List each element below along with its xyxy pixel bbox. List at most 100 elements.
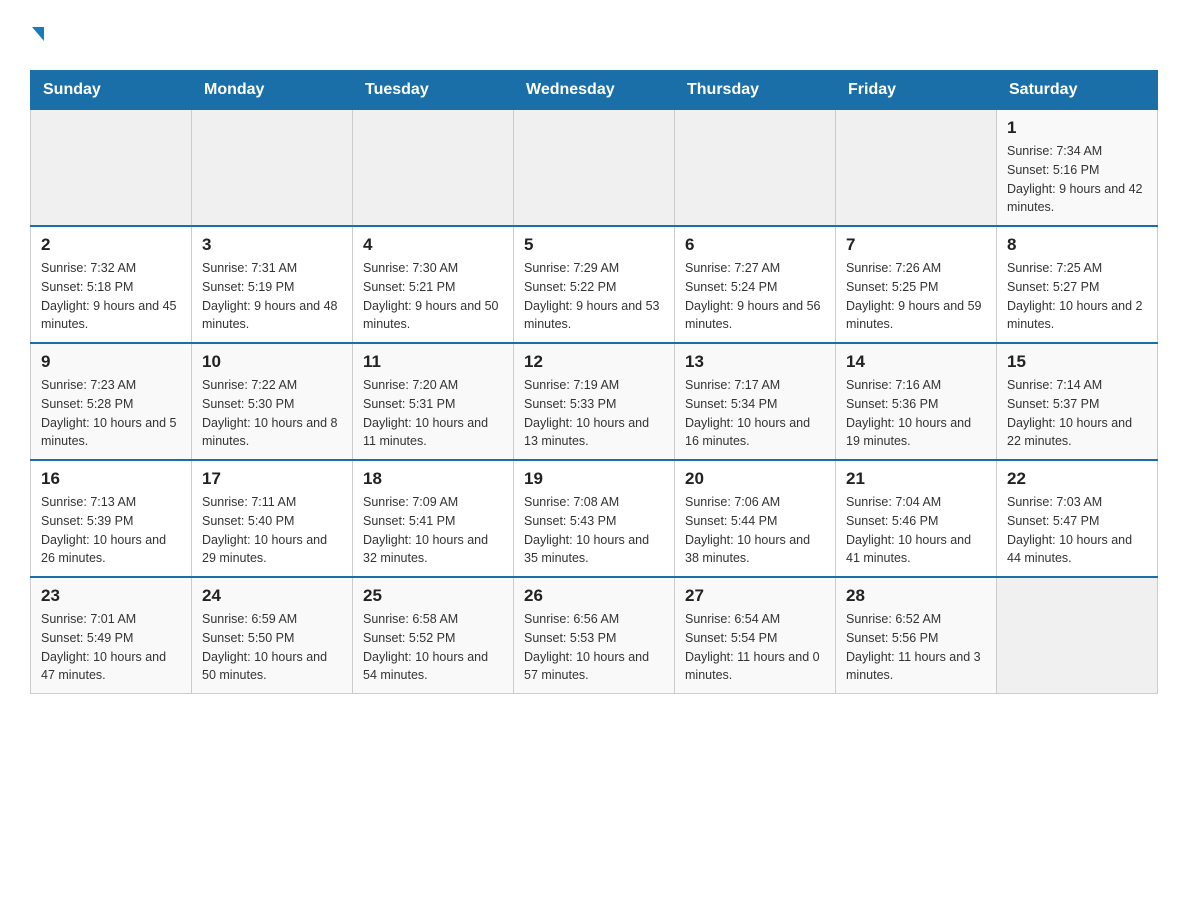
- calendar-cell: 20 Sunrise: 7:06 AM Sunset: 5:44 PM Dayli…: [675, 460, 836, 577]
- day-number: 15: [1007, 352, 1147, 372]
- calendar-cell: 26Sunrise: 6:56 AM Sunset: 5:53 PM Dayli…: [514, 577, 675, 694]
- day-number: 1: [1007, 118, 1147, 138]
- day-number: 9: [41, 352, 181, 372]
- day-info: Sunrise: 7:34 AM Sunset: 5:16 PM Dayligh…: [1007, 142, 1147, 217]
- day-number: 18: [363, 469, 503, 489]
- calendar-week-2: 2 Sunrise: 7:32 AM Sunset: 5:18 PM Daylig…: [31, 226, 1158, 343]
- day-info: Sunrise: 7:03 AM Sunset: 5:47 PM Dayligh…: [1007, 493, 1147, 568]
- calendar-cell: 18 Sunrise: 7:09 AM Sunset: 5:41 PM Dayli…: [353, 460, 514, 577]
- calendar-cell: 27 Sunrise: 6:54 AM Sunset: 5:54 PM Dayli…: [675, 577, 836, 694]
- calendar-week-5: 23Sunrise: 7:01 AM Sunset: 5:49 PM Dayli…: [31, 577, 1158, 694]
- day-info: Sunrise: 7:29 AM Sunset: 5:22 PM Dayligh…: [524, 259, 664, 334]
- calendar-cell: 22 Sunrise: 7:03 AM Sunset: 5:47 PM Dayli…: [997, 460, 1158, 577]
- column-header-thursday: Thursday: [675, 71, 836, 110]
- calendar-cell: 17 Sunrise: 7:11 AM Sunset: 5:40 PM Dayli…: [192, 460, 353, 577]
- calendar-cell: [31, 110, 192, 227]
- day-info: Sunrise: 7:06 AM Sunset: 5:44 PM Dayligh…: [685, 493, 825, 568]
- calendar-cell: 7 Sunrise: 7:26 AM Sunset: 5:25 PM Daylig…: [836, 226, 997, 343]
- calendar-header-row: SundayMondayTuesdayWednesdayThursdayFrid…: [31, 71, 1158, 110]
- day-info: Sunrise: 7:23 AM Sunset: 5:28 PM Dayligh…: [41, 376, 181, 451]
- day-info: Sunrise: 7:17 AM Sunset: 5:34 PM Dayligh…: [685, 376, 825, 451]
- calendar-cell: 1 Sunrise: 7:34 AM Sunset: 5:16 PM Daylig…: [997, 110, 1158, 227]
- logo-arrow-icon: [32, 27, 44, 41]
- day-info: Sunrise: 7:09 AM Sunset: 5:41 PM Dayligh…: [363, 493, 503, 568]
- calendar-table: SundayMondayTuesdayWednesdayThursdayFrid…: [30, 70, 1158, 694]
- day-number: 10: [202, 352, 342, 372]
- day-info: Sunrise: 7:22 AM Sunset: 5:30 PM Dayligh…: [202, 376, 342, 451]
- column-header-sunday: Sunday: [31, 71, 192, 110]
- calendar-cell: 15 Sunrise: 7:14 AM Sunset: 5:37 PM Dayli…: [997, 343, 1158, 460]
- day-info: Sunrise: 7:14 AM Sunset: 5:37 PM Dayligh…: [1007, 376, 1147, 451]
- day-info: Sunrise: 6:58 AM Sunset: 5:52 PM Dayligh…: [363, 610, 503, 685]
- day-info: Sunrise: 6:52 AM Sunset: 5:56 PM Dayligh…: [846, 610, 986, 685]
- column-header-wednesday: Wednesday: [514, 71, 675, 110]
- calendar-cell: [997, 577, 1158, 694]
- day-info: Sunrise: 7:13 AM Sunset: 5:39 PM Dayligh…: [41, 493, 181, 568]
- day-number: 5: [524, 235, 664, 255]
- day-info: Sunrise: 7:26 AM Sunset: 5:25 PM Dayligh…: [846, 259, 986, 334]
- day-info: Sunrise: 7:27 AM Sunset: 5:24 PM Dayligh…: [685, 259, 825, 334]
- day-number: 21: [846, 469, 986, 489]
- day-number: 8: [1007, 235, 1147, 255]
- day-number: 7: [846, 235, 986, 255]
- day-number: 2: [41, 235, 181, 255]
- day-number: 25: [363, 586, 503, 606]
- calendar-cell: [514, 110, 675, 227]
- day-info: Sunrise: 7:08 AM Sunset: 5:43 PM Dayligh…: [524, 493, 664, 568]
- day-number: 19: [524, 469, 664, 489]
- day-number: 24: [202, 586, 342, 606]
- calendar-week-1: 1 Sunrise: 7:34 AM Sunset: 5:16 PM Daylig…: [31, 110, 1158, 227]
- day-number: 23: [41, 586, 181, 606]
- day-info: Sunrise: 6:54 AM Sunset: 5:54 PM Dayligh…: [685, 610, 825, 685]
- day-info: Sunrise: 7:30 AM Sunset: 5:21 PM Dayligh…: [363, 259, 503, 334]
- day-number: 6: [685, 235, 825, 255]
- calendar-cell: 8 Sunrise: 7:25 AM Sunset: 5:27 PM Daylig…: [997, 226, 1158, 343]
- day-info: Sunrise: 7:04 AM Sunset: 5:46 PM Dayligh…: [846, 493, 986, 568]
- column-header-tuesday: Tuesday: [353, 71, 514, 110]
- day-number: 22: [1007, 469, 1147, 489]
- day-info: Sunrise: 7:19 AM Sunset: 5:33 PM Dayligh…: [524, 376, 664, 451]
- calendar-week-4: 16 Sunrise: 7:13 AM Sunset: 5:39 PM Dayli…: [31, 460, 1158, 577]
- day-number: 16: [41, 469, 181, 489]
- day-number: 14: [846, 352, 986, 372]
- calendar-cell: [353, 110, 514, 227]
- page-header: [30, 20, 1158, 50]
- calendar-cell: 12 Sunrise: 7:19 AM Sunset: 5:33 PM Dayli…: [514, 343, 675, 460]
- calendar-cell: 28 Sunrise: 6:52 AM Sunset: 5:56 PM Dayli…: [836, 577, 997, 694]
- day-info: Sunrise: 6:59 AM Sunset: 5:50 PM Dayligh…: [202, 610, 342, 685]
- calendar-cell: 25 Sunrise: 6:58 AM Sunset: 5:52 PM Dayli…: [353, 577, 514, 694]
- calendar-cell: 14 Sunrise: 7:16 AM Sunset: 5:36 PM Dayli…: [836, 343, 997, 460]
- day-info: Sunrise: 7:11 AM Sunset: 5:40 PM Dayligh…: [202, 493, 342, 568]
- calendar-cell: 6 Sunrise: 7:27 AM Sunset: 5:24 PM Daylig…: [675, 226, 836, 343]
- column-header-monday: Monday: [192, 71, 353, 110]
- day-info: Sunrise: 7:32 AM Sunset: 5:18 PM Dayligh…: [41, 259, 181, 334]
- calendar-cell: 3Sunrise: 7:31 AM Sunset: 5:19 PM Daylig…: [192, 226, 353, 343]
- day-info: Sunrise: 7:20 AM Sunset: 5:31 PM Dayligh…: [363, 376, 503, 451]
- calendar-cell: 24 Sunrise: 6:59 AM Sunset: 5:50 PM Dayli…: [192, 577, 353, 694]
- day-number: 3: [202, 235, 342, 255]
- calendar-cell: 16 Sunrise: 7:13 AM Sunset: 5:39 PM Dayli…: [31, 460, 192, 577]
- calendar-cell: 9 Sunrise: 7:23 AM Sunset: 5:28 PM Daylig…: [31, 343, 192, 460]
- calendar-cell: 21 Sunrise: 7:04 AM Sunset: 5:46 PM Dayli…: [836, 460, 997, 577]
- calendar-cell: 19 Sunrise: 7:08 AM Sunset: 5:43 PM Dayli…: [514, 460, 675, 577]
- calendar-cell: 23Sunrise: 7:01 AM Sunset: 5:49 PM Dayli…: [31, 577, 192, 694]
- column-header-friday: Friday: [836, 71, 997, 110]
- calendar-cell: [675, 110, 836, 227]
- day-number: 27: [685, 586, 825, 606]
- day-number: 28: [846, 586, 986, 606]
- day-number: 26: [524, 586, 664, 606]
- calendar-cell: 11Sunrise: 7:20 AM Sunset: 5:31 PM Dayli…: [353, 343, 514, 460]
- calendar-cell: 5 Sunrise: 7:29 AM Sunset: 5:22 PM Daylig…: [514, 226, 675, 343]
- day-number: 13: [685, 352, 825, 372]
- calendar-cell: 13 Sunrise: 7:17 AM Sunset: 5:34 PM Dayli…: [675, 343, 836, 460]
- day-number: 17: [202, 469, 342, 489]
- day-number: 20: [685, 469, 825, 489]
- day-info: Sunrise: 7:16 AM Sunset: 5:36 PM Dayligh…: [846, 376, 986, 451]
- day-number: 12: [524, 352, 664, 372]
- calendar-cell: 10 Sunrise: 7:22 AM Sunset: 5:30 PM Dayli…: [192, 343, 353, 460]
- calendar-cell: [192, 110, 353, 227]
- calendar-cell: [836, 110, 997, 227]
- column-header-saturday: Saturday: [997, 71, 1158, 110]
- day-info: Sunrise: 7:25 AM Sunset: 5:27 PM Dayligh…: [1007, 259, 1147, 334]
- calendar-week-3: 9 Sunrise: 7:23 AM Sunset: 5:28 PM Daylig…: [31, 343, 1158, 460]
